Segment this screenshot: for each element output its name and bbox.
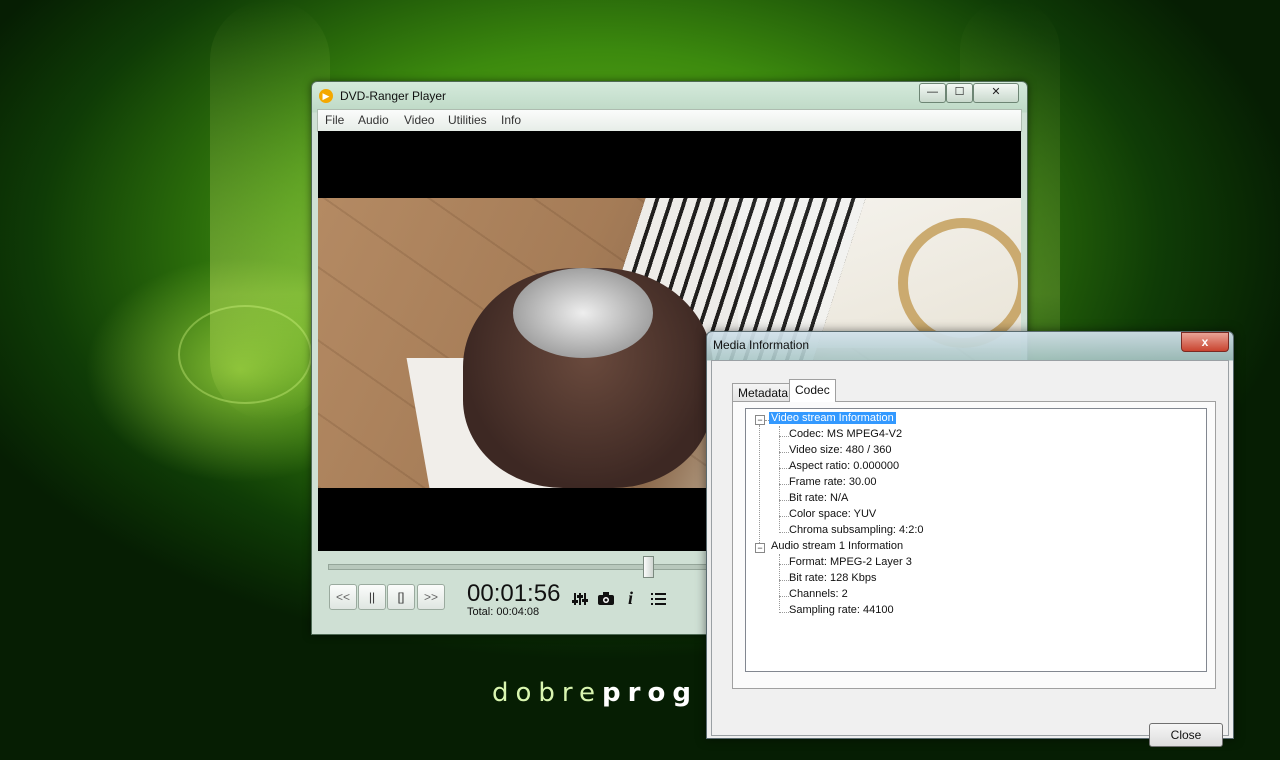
tree-item[interactable]: Color space: YUV <box>789 508 876 520</box>
tree-item[interactable]: Frame rate: 30.00 <box>789 476 876 488</box>
collapse-video-icon[interactable]: − <box>755 415 765 425</box>
tab-codec[interactable]: Codec <box>789 379 836 402</box>
audio-stream-node[interactable]: Audio stream 1 Information <box>771 540 903 552</box>
menu-utilities[interactable]: Utilities <box>448 113 487 127</box>
codec-tree[interactable]: − Video stream Information Codec: MS MPE… <box>745 408 1207 672</box>
current-time: 00:01:56 <box>467 580 561 607</box>
tree-item[interactable]: Chroma subsampling: 4:2:0 <box>789 524 924 536</box>
minimize-button[interactable]: — <box>919 83 946 103</box>
tree-item[interactable]: Bit rate: N/A <box>789 492 848 504</box>
menu-file[interactable]: File <box>325 113 344 127</box>
background-brand-text: dobreprog <box>492 678 698 708</box>
camera-icon[interactable] <box>598 592 614 608</box>
player-titlebar[interactable]: ▶ DVD-Ranger Player — ☐ ✕ <box>312 82 1027 110</box>
video-stream-node[interactable]: Video stream Information <box>769 412 896 424</box>
close-button[interactable]: Close <box>1149 723 1223 747</box>
dialog-title: Media Information <box>713 338 810 352</box>
menu-audio[interactable]: Audio <box>358 113 389 127</box>
tree-item[interactable]: Video size: 480 / 360 <box>789 444 892 456</box>
background-ring <box>178 305 312 404</box>
list-icon[interactable] <box>651 592 666 609</box>
tree-item[interactable]: Codec: MS MPEG4-V2 <box>789 428 902 440</box>
seek-thumb[interactable] <box>643 556 654 578</box>
maximize-button[interactable]: ☐ <box>946 83 973 103</box>
dialog-close-x-button[interactable]: x <box>1181 332 1229 352</box>
media-info-dialog: Media Information x Metadata Codec − Vid… <box>706 331 1234 747</box>
tree-item[interactable]: Aspect ratio: 0.000000 <box>789 460 899 472</box>
tree-item[interactable]: Sampling rate: 44100 <box>789 604 894 616</box>
tree-item[interactable]: Bit rate: 128 Kbps <box>789 572 876 584</box>
collapse-audio-icon[interactable]: − <box>755 543 765 553</box>
player-title: DVD-Ranger Player <box>340 89 447 103</box>
info-icon[interactable]: i <box>628 588 633 609</box>
total-time: Total: 00:04:08 <box>467 606 540 618</box>
app-logo-icon: ▶ <box>319 89 333 103</box>
menu-bar: File Audio Video Utilities Info <box>317 109 1022 132</box>
seek-bar[interactable] <box>328 556 710 578</box>
previous-button[interactable]: << <box>329 584 357 610</box>
menu-info[interactable]: Info <box>501 113 521 127</box>
tree-item[interactable]: Channels: 2 <box>789 588 848 600</box>
codec-tab-panel: − Video stream Information Codec: MS MPE… <box>732 401 1216 689</box>
next-button[interactable]: >> <box>417 584 445 610</box>
stop-button[interactable]: [] <box>387 584 415 610</box>
menu-video[interactable]: Video <box>404 113 434 127</box>
equalizer-icon[interactable] <box>572 592 588 610</box>
close-window-button[interactable]: ✕ <box>973 83 1019 103</box>
pause-button[interactable]: || <box>358 584 386 610</box>
dialog-body: Metadata Codec − Video stream Informatio… <box>711 360 1229 747</box>
tab-metadata[interactable]: Metadata <box>732 383 795 402</box>
tree-item[interactable]: Format: MPEG-2 Layer 3 <box>789 556 912 568</box>
